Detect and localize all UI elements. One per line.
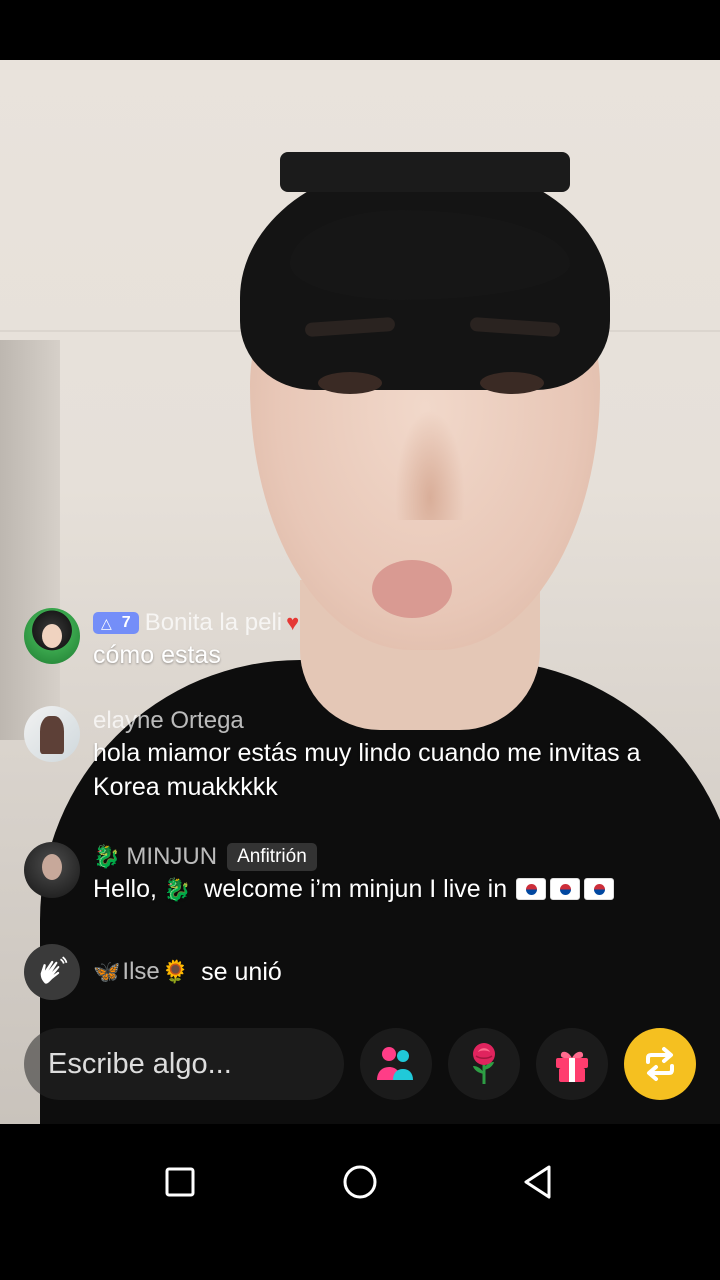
circle-icon xyxy=(343,1165,377,1199)
comment-feed: △ 7 Bonita la peli ♥ cómo estas elayne O… xyxy=(0,60,720,1124)
joined-text: se unió xyxy=(201,957,282,986)
share-icon xyxy=(646,1047,674,1081)
korea-flag-icon xyxy=(550,878,581,900)
korea-flag-icon xyxy=(584,878,615,900)
comment-text: Hello, 🐉 welcome i’m minjun I live in xyxy=(93,872,616,907)
comment-text: cómo estas xyxy=(93,641,221,669)
rose-icon xyxy=(473,1043,495,1084)
heart-icon: ♥ xyxy=(286,610,300,635)
comment-header: 🐉 MINJUN Anfitrión xyxy=(93,842,616,872)
wave-hand-svg xyxy=(40,956,68,984)
people-icon xyxy=(377,1047,413,1080)
host-badge: Anfitrión xyxy=(227,843,317,871)
triangle-back-icon xyxy=(524,1165,551,1199)
rose-gift-button[interactable] xyxy=(448,1028,520,1100)
comment-item-host[interactable]: 🐉 MINJUN Anfitrión Hello, 🐉 welcome i’m … xyxy=(24,842,704,907)
share-button[interactable] xyxy=(624,1028,696,1100)
live-action-bar: Escribe algo... xyxy=(0,1028,720,1100)
avatar[interactable] xyxy=(24,608,80,664)
system-nav-bar xyxy=(0,1124,720,1280)
comment-item[interactable]: △ 7 Bonita la peli ♥ cómo estas xyxy=(24,608,704,672)
comment-header: elayne Ortega xyxy=(93,706,653,736)
avatar[interactable] xyxy=(24,706,80,762)
korea-flag-icon xyxy=(516,878,547,900)
join-notice: 🦋 Ilse 🌻 se unió xyxy=(24,944,704,1000)
home-button[interactable] xyxy=(330,1152,390,1212)
gift-button[interactable] xyxy=(536,1028,608,1100)
butterfly-icon: 🦋 xyxy=(93,959,121,984)
dragon-icon: 🐉 xyxy=(163,877,192,902)
level-badge: △ 7 xyxy=(93,612,139,634)
dragon-icon: 🐉 xyxy=(93,844,121,869)
sunflower-icon: 🌻 xyxy=(161,959,190,984)
comment-body: 🐉 MINJUN Anfitrión Hello, 🐉 welcome i’m … xyxy=(93,842,616,907)
wave-icon xyxy=(24,944,80,1000)
comment-text-end: welcome i’m minjun I live in xyxy=(197,875,515,903)
recents-button[interactable] xyxy=(150,1152,210,1212)
gift-icon xyxy=(556,1051,588,1082)
level-number: 7 xyxy=(121,614,131,631)
comment-username[interactable]: elayne Ortega xyxy=(93,707,244,735)
avatar[interactable] xyxy=(24,842,80,898)
comment-username[interactable]: MINJUN xyxy=(126,843,217,871)
comment-item[interactable]: elayne Ortega hola miamor estás muy lind… xyxy=(24,706,704,804)
status-bar xyxy=(0,0,720,60)
square-icon xyxy=(165,1167,195,1197)
comment-text-start: Hello, xyxy=(93,875,164,903)
comment-text: hola miamor estás muy lindo cuando me in… xyxy=(93,739,641,801)
level-icon: △ xyxy=(101,614,112,631)
comment-header: △ 7 Bonita la peli ♥ xyxy=(93,608,299,638)
joined-username[interactable]: Ilse xyxy=(122,958,159,986)
comment-body: △ 7 Bonita la peli ♥ cómo estas xyxy=(93,608,299,672)
comment-username[interactable]: Bonita la peli xyxy=(145,609,282,637)
comment-input[interactable]: Escribe algo... xyxy=(24,1028,344,1100)
comment-body: elayne Ortega hola miamor estás muy lind… xyxy=(93,706,653,804)
back-button[interactable] xyxy=(508,1152,568,1212)
guests-button[interactable] xyxy=(360,1028,432,1100)
